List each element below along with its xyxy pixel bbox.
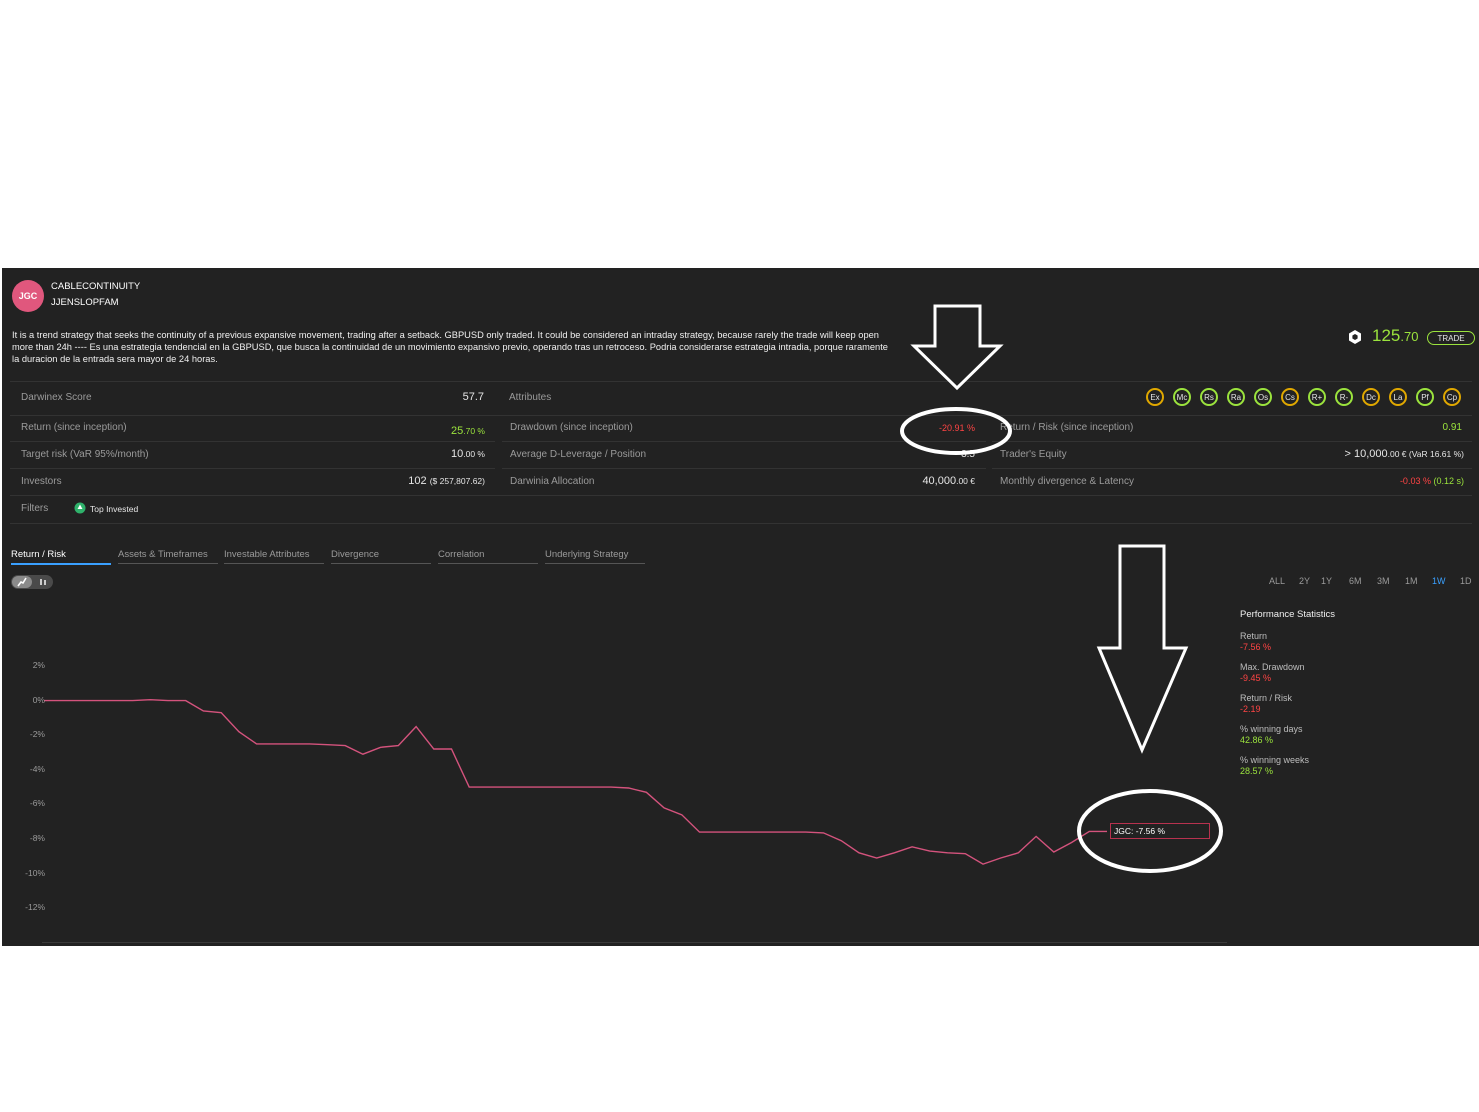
ellipse-annotation — [1077, 789, 1223, 873]
annotation-overlay — [900, 304, 1223, 873]
arrow-annotation — [1096, 544, 1189, 754]
arrow-annotation — [910, 304, 1004, 391]
ellipse-annotation — [900, 407, 1012, 455]
